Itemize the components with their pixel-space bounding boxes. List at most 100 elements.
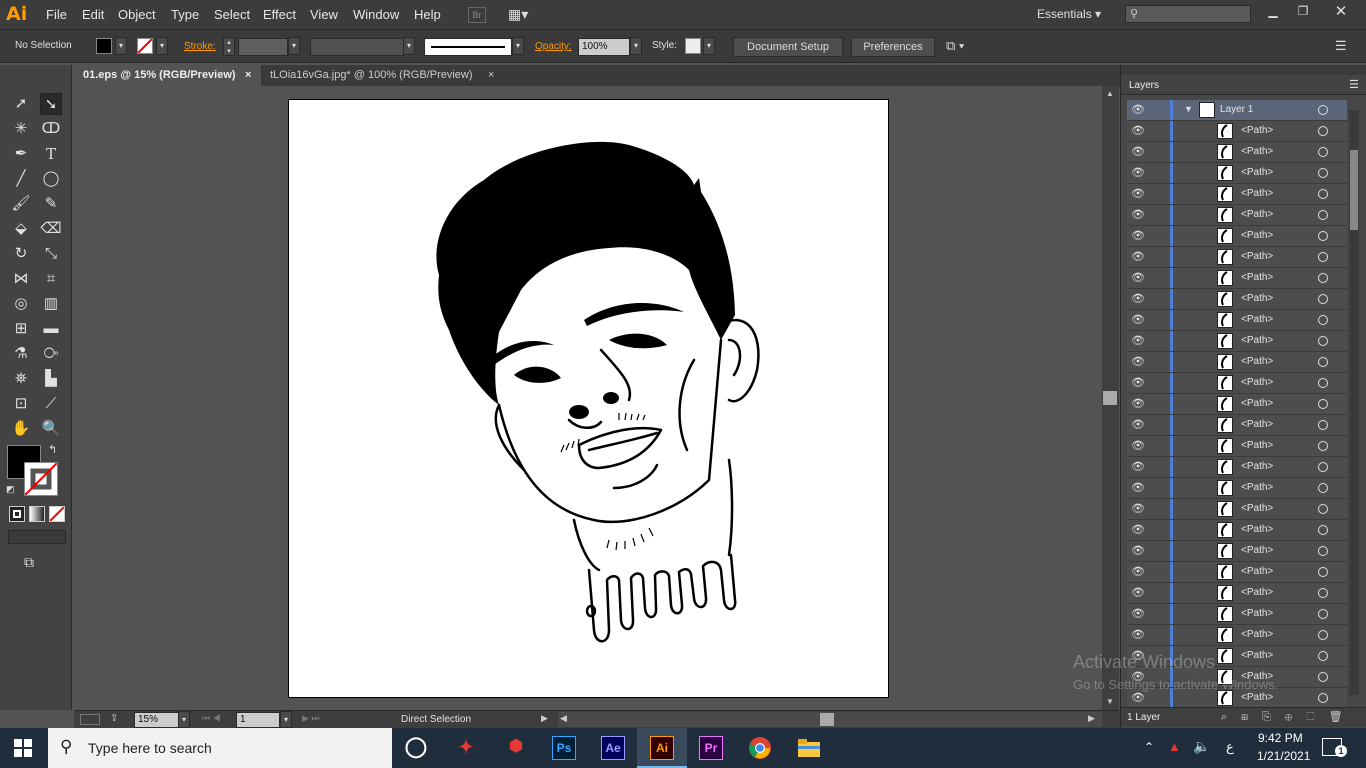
help-search-input[interactable]: ⚲ (1125, 5, 1251, 23)
visibility-eye-icon[interactable]: 👁 (1131, 208, 1145, 222)
visibility-eye-icon[interactable]: 👁 (1131, 166, 1145, 180)
path-name[interactable]: <Path> (1241, 587, 1273, 598)
target-circle-icon[interactable] (1318, 336, 1328, 346)
target-circle-icon[interactable] (1318, 630, 1328, 640)
menu-edit[interactable]: Edit (82, 7, 104, 22)
panel-menu-icon[interactable]: ☰ (1335, 38, 1347, 54)
perspective-grid-tool-icon[interactable]: ▥ (40, 293, 62, 315)
ellipse-tool-icon[interactable]: ◯ (40, 168, 62, 190)
menu-select[interactable]: Select (214, 7, 250, 22)
zoom-tool-icon[interactable]: 🔍 (40, 418, 62, 440)
path-row[interactable]: 👁 <Path> (1127, 331, 1347, 352)
none-mode-icon[interactable] (49, 506, 65, 522)
target-circle-icon[interactable] (1318, 483, 1328, 493)
target-circle-icon[interactable] (1318, 378, 1328, 388)
path-row[interactable]: 👁 <Path> (1127, 268, 1347, 289)
path-row[interactable]: 👁 <Path> (1127, 478, 1347, 499)
path-name[interactable]: <Path> (1241, 482, 1273, 493)
target-circle-icon[interactable] (1318, 588, 1328, 598)
menu-effect[interactable]: Effect (263, 7, 296, 22)
width-tool-icon[interactable]: ⋈ (10, 268, 32, 290)
path-row[interactable]: 👁 <Path> (1127, 541, 1347, 562)
layers-menu-icon[interactable]: ☰ (1349, 78, 1359, 91)
magic-wand-tool-icon[interactable]: ✳ (10, 118, 32, 140)
target-circle-icon[interactable] (1318, 147, 1328, 157)
clock-time[interactable]: 9:42 PM (1258, 731, 1303, 745)
visibility-eye-icon[interactable]: 👁 (1131, 481, 1145, 495)
path-name[interactable]: <Path> (1241, 377, 1273, 388)
visibility-eye-icon[interactable]: 👁 (1131, 145, 1145, 159)
target-circle-icon[interactable] (1318, 462, 1328, 472)
expand-layer-icon[interactable]: ▼ (1184, 104, 1193, 114)
lasso-tool-icon[interactable]: ↀ (40, 118, 62, 140)
path-row[interactable]: 👁 <Path> (1127, 583, 1347, 604)
target-circle-icon[interactable] (1318, 294, 1328, 304)
path-row[interactable]: 👁 <Path> (1127, 415, 1347, 436)
visibility-eye-icon[interactable]: 👁 (1131, 460, 1145, 474)
path-row[interactable]: 👁 <Path> (1127, 436, 1347, 457)
visibility-eye-icon[interactable]: 👁 (1131, 124, 1145, 138)
canvas-area[interactable] (74, 86, 1102, 710)
clock-date[interactable]: 1/21/2021 (1257, 749, 1310, 763)
blob-brush-tool-icon[interactable]: ⬙ (10, 218, 32, 240)
path-row[interactable]: 👁 <Path> (1127, 310, 1347, 331)
visibility-eye-icon[interactable]: 👁 (1131, 376, 1145, 390)
visibility-eye-icon[interactable]: 👁 (1131, 292, 1145, 306)
layers-scrollbar[interactable] (1349, 110, 1359, 695)
path-row[interactable]: 👁 <Path> (1127, 352, 1347, 373)
path-name[interactable]: <Path> (1241, 566, 1273, 577)
eraser-tool-icon[interactable]: ⌫ (40, 218, 62, 240)
path-name[interactable]: <Path> (1241, 398, 1273, 409)
layer-name[interactable]: Layer 1 (1220, 104, 1253, 115)
path-name[interactable]: <Path> (1241, 167, 1273, 178)
scroll-thumb[interactable] (1103, 391, 1117, 405)
restore-icon[interactable]: ❐ (1292, 4, 1314, 20)
target-circle-icon[interactable] (1318, 567, 1328, 577)
graphic-style-swatch[interactable] (685, 38, 701, 54)
tab-document-2[interactable]: tLOia16vGa.jpg* @ 100% (RGB/Preview) × (261, 65, 501, 86)
path-name[interactable]: <Path> (1241, 230, 1273, 241)
zoom-dropdown[interactable]: ▾ (178, 711, 190, 728)
path-row[interactable]: 👁 <Path> (1127, 373, 1347, 394)
type-tool-icon[interactable]: T (40, 143, 62, 165)
target-circle-icon[interactable] (1318, 126, 1328, 136)
mesh-tool-icon[interactable]: ⊞ (10, 318, 32, 340)
visibility-eye-icon[interactable]: 👁 (1131, 187, 1145, 201)
stroke-label[interactable]: Stroke: (184, 41, 216, 52)
blend-tool-icon[interactable]: ⧂ (40, 343, 62, 365)
artboard-dropdown[interactable]: ▾ (280, 711, 292, 728)
app-davinci-icon[interactable]: ⬢ (504, 736, 528, 760)
visibility-eye-icon[interactable]: 👁 (1131, 523, 1145, 537)
free-transform-tool-icon[interactable]: ⌗ (40, 268, 62, 290)
target-circle-icon[interactable] (1318, 231, 1328, 241)
visibility-eye-icon[interactable]: 👁 (1131, 691, 1145, 705)
path-row[interactable]: 👁 <Path> (1127, 457, 1347, 478)
app-red-icon[interactable]: ✦ (454, 736, 478, 760)
menu-object[interactable]: Object (118, 7, 156, 22)
artboard[interactable] (288, 99, 889, 698)
visibility-eye-icon[interactable]: 👁 (1131, 397, 1145, 411)
visibility-eye-icon[interactable]: 👁 (1131, 229, 1145, 243)
target-circle-icon[interactable] (1318, 210, 1328, 220)
share-icon[interactable]: ⇪ (110, 713, 118, 724)
stroke-weight-stepper[interactable]: ▴ ▾ (223, 37, 235, 56)
layer-row[interactable]: 👁 ▼ Layer 1 (1127, 100, 1347, 121)
visibility-eye-icon[interactable]: 👁 (1131, 250, 1145, 264)
target-circle-icon[interactable] (1318, 441, 1328, 451)
path-row[interactable]: 👁 <Path> (1127, 184, 1347, 205)
drawing-modes-icon[interactable] (8, 530, 66, 544)
brush-definition[interactable] (424, 38, 512, 56)
workspace-switcher[interactable]: Essentials ▾ (1037, 7, 1101, 21)
path-name[interactable]: <Path> (1241, 146, 1273, 157)
after-effects-icon[interactable]: Ae (601, 736, 625, 760)
path-name[interactable]: <Path> (1241, 125, 1273, 136)
stroke-dropdown[interactable]: ▾ (156, 37, 168, 55)
photoshop-icon[interactable]: Ps (552, 736, 576, 760)
path-row[interactable]: 👁 <Path> (1127, 520, 1347, 541)
path-row[interactable]: 👁 <Path> (1127, 394, 1347, 415)
path-name[interactable]: <Path> (1241, 503, 1273, 514)
status-menu-icon[interactable]: ▶ (541, 713, 548, 724)
path-row[interactable]: 👁 <Path> (1127, 562, 1347, 583)
opacity-label[interactable]: Opacity: (535, 41, 572, 52)
visibility-eye-icon[interactable]: 👁 (1131, 607, 1145, 621)
